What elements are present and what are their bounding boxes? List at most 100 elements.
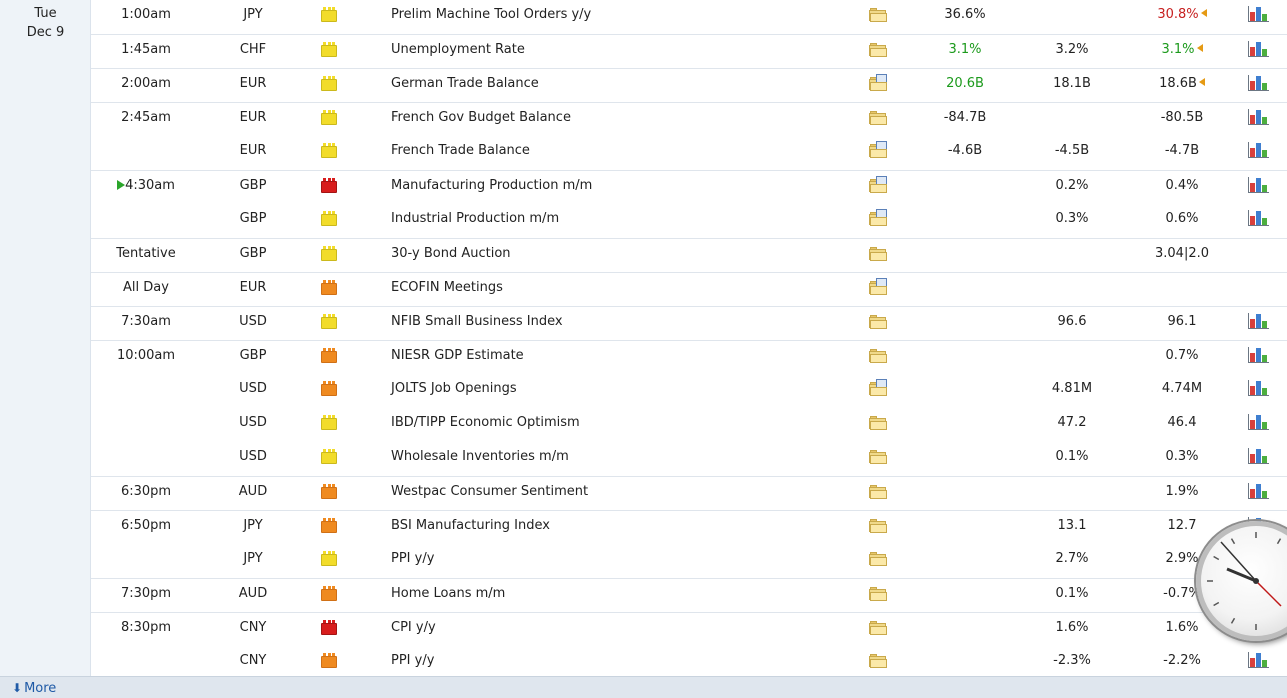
impact-folder-icon[interactable] [321, 348, 337, 363]
table-row[interactable]: EUR French Trade Balance -4.6B -4.5B -4.7B [91, 136, 1287, 170]
event-title[interactable]: French Trade Balance [391, 136, 530, 170]
impact-folder-icon[interactable] [321, 381, 337, 396]
table-row[interactable]: USD IBD/TIPP Economic Optimism 47.2 46.4 [91, 408, 1287, 442]
impact-folder-icon[interactable] [321, 586, 337, 601]
event-title[interactable]: 30-y Bond Auction [391, 239, 511, 273]
impact-folder-icon[interactable] [321, 551, 337, 566]
detail-folder-doc-icon[interactable] [869, 209, 887, 226]
chart-icon[interactable] [1248, 176, 1270, 194]
detail-folder-icon[interactable] [869, 43, 887, 57]
impact-folder-icon[interactable] [321, 280, 337, 295]
detail-folder-icon[interactable] [869, 416, 887, 430]
detail-folder-icon[interactable] [869, 111, 887, 125]
detail-folder-icon[interactable] [869, 349, 887, 363]
impact-folder-icon[interactable] [321, 178, 337, 193]
impact-folder-icon[interactable] [321, 653, 337, 668]
table-row[interactable]: 7:30am USD NFIB Small Business Index 96.6 96… [91, 306, 1287, 340]
chart-icon[interactable] [1248, 482, 1270, 500]
revised-arrow-icon[interactable] [1196, 44, 1203, 52]
event-title[interactable]: Manufacturing Production m/m [391, 171, 592, 205]
chart-icon[interactable] [1248, 346, 1270, 364]
detail-folder-icon[interactable] [869, 654, 887, 668]
detail-folder-icon[interactable] [869, 519, 887, 533]
event-title[interactable]: BSI Manufacturing Index [391, 511, 550, 545]
event-title[interactable]: NIESR GDP Estimate [391, 341, 524, 375]
chart-icon[interactable] [1248, 413, 1270, 431]
event-title[interactable]: Prelim Machine Tool Orders y/y [391, 0, 591, 34]
event-title[interactable]: Westpac Consumer Sentiment [391, 477, 588, 511]
event-title[interactable]: French Gov Budget Balance [391, 103, 571, 137]
event-title[interactable]: Unemployment Rate [391, 35, 525, 69]
detail-folder-doc-icon[interactable] [869, 278, 887, 295]
table-row[interactable]: GBP Industrial Production m/m 0.3% 0.6% [91, 204, 1287, 238]
event-title[interactable]: Industrial Production m/m [391, 204, 559, 238]
table-row[interactable]: USD JOLTS Job Openings 4.81M 4.74M [91, 374, 1287, 408]
chart-icon[interactable] [1248, 40, 1270, 58]
impact-folder-icon[interactable] [321, 518, 337, 533]
event-title[interactable]: NFIB Small Business Index [391, 307, 563, 341]
event-title[interactable]: JOLTS Job Openings [391, 374, 517, 408]
detail-folder-icon[interactable] [869, 450, 887, 464]
event-title[interactable]: CPI y/y [391, 613, 436, 647]
chart-icon[interactable] [1248, 74, 1270, 92]
chart-icon[interactable] [1248, 379, 1270, 397]
table-row[interactable]: 7:30pm AUD Home Loans m/m 0.1% -0.7% [91, 578, 1287, 612]
detail-folder-doc-icon[interactable] [869, 74, 887, 91]
more-link[interactable]: ⬇ More [12, 681, 56, 696]
table-row[interactable]: 2:00am EUR German Trade Balance 20.6B 18.1B 1… [91, 68, 1287, 102]
impact-folder-icon[interactable] [321, 76, 337, 91]
table-row[interactable]: JPY PPI y/y 2.7% 2.9% [91, 544, 1287, 578]
impact-folder-icon[interactable] [321, 246, 337, 261]
impact-folder-icon[interactable] [321, 314, 337, 329]
table-row[interactable]: 1:00am JPY Prelim Machine Tool Orders y/y 3… [91, 0, 1287, 34]
impact-folder-icon[interactable] [321, 484, 337, 499]
previous-label: 4.74M [1161, 381, 1203, 396]
impact-folder-icon[interactable] [321, 620, 337, 635]
chart-icon[interactable] [1248, 312, 1270, 330]
chart-icon[interactable] [1248, 108, 1270, 126]
table-row[interactable]: 2:45am EUR French Gov Budget Balance -84.7B… [91, 102, 1287, 136]
event-title[interactable]: Wholesale Inventories m/m [391, 442, 569, 476]
event-title[interactable]: Home Loans m/m [391, 579, 505, 613]
table-row[interactable]: Tentative GBP 30-y Bond Auction 3.04|2.0 [91, 238, 1287, 272]
detail-folder-doc-icon[interactable] [869, 141, 887, 158]
chart-icon[interactable] [1248, 447, 1270, 465]
event-time [91, 442, 201, 476]
table-row[interactable]: 6:30pm AUD Westpac Consumer Sentiment 1.9% [91, 476, 1287, 510]
impact-folder-icon[interactable] [321, 415, 337, 430]
detail-folder-icon[interactable] [869, 8, 887, 22]
chart-icon[interactable] [1248, 651, 1270, 669]
detail-folder-icon[interactable] [869, 247, 887, 261]
impact-folder-icon[interactable] [321, 7, 337, 22]
detail-folder-icon[interactable] [869, 552, 887, 566]
table-row[interactable]: 6:50pm JPY BSI Manufacturing Index 13.1 12.7 [91, 510, 1287, 544]
event-title[interactable]: ECOFIN Meetings [391, 273, 503, 307]
impact-folder-icon[interactable] [321, 42, 337, 57]
table-row[interactable]: CNY PPI y/y -2.3% -2.2% [91, 646, 1287, 680]
impact-folder-icon[interactable] [321, 449, 337, 464]
impact-folder-icon[interactable] [321, 110, 337, 125]
chart-icon[interactable] [1248, 141, 1270, 159]
event-title[interactable]: PPI y/y [391, 544, 434, 578]
table-row[interactable]: 10:00am GBP NIESR GDP Estimate 0.7% [91, 340, 1287, 374]
table-row[interactable]: 1:45am CHF Unemployment Rate 3.1% 3.2% 3.1% [91, 34, 1287, 68]
event-title[interactable]: German Trade Balance [391, 69, 539, 103]
event-title[interactable]: IBD/TIPP Economic Optimism [391, 408, 580, 442]
table-row[interactable]: USD Wholesale Inventories m/m 0.1% 0.3% [91, 442, 1287, 476]
impact-folder-icon[interactable] [321, 211, 337, 226]
table-row[interactable]: All Day EUR ECOFIN Meetings [91, 272, 1287, 306]
detail-folder-icon[interactable] [869, 485, 887, 499]
chart-icon[interactable] [1248, 209, 1270, 227]
detail-folder-icon[interactable] [869, 315, 887, 329]
table-row[interactable]: 4:30am GBP Manufacturing Production m/m 0.2… [91, 170, 1287, 204]
impact-folder-icon[interactable] [321, 143, 337, 158]
event-title[interactable]: PPI y/y [391, 646, 434, 680]
revised-arrow-icon[interactable] [1200, 9, 1207, 17]
revised-arrow-icon[interactable] [1198, 78, 1205, 86]
detail-folder-icon[interactable] [869, 621, 887, 635]
chart-icon[interactable] [1248, 5, 1270, 23]
detail-folder-doc-icon[interactable] [869, 379, 887, 396]
detail-folder-doc-icon[interactable] [869, 176, 887, 193]
detail-folder-icon[interactable] [869, 587, 887, 601]
table-row[interactable]: 8:30pm CNY CPI y/y 1.6% 1.6% [91, 612, 1287, 646]
